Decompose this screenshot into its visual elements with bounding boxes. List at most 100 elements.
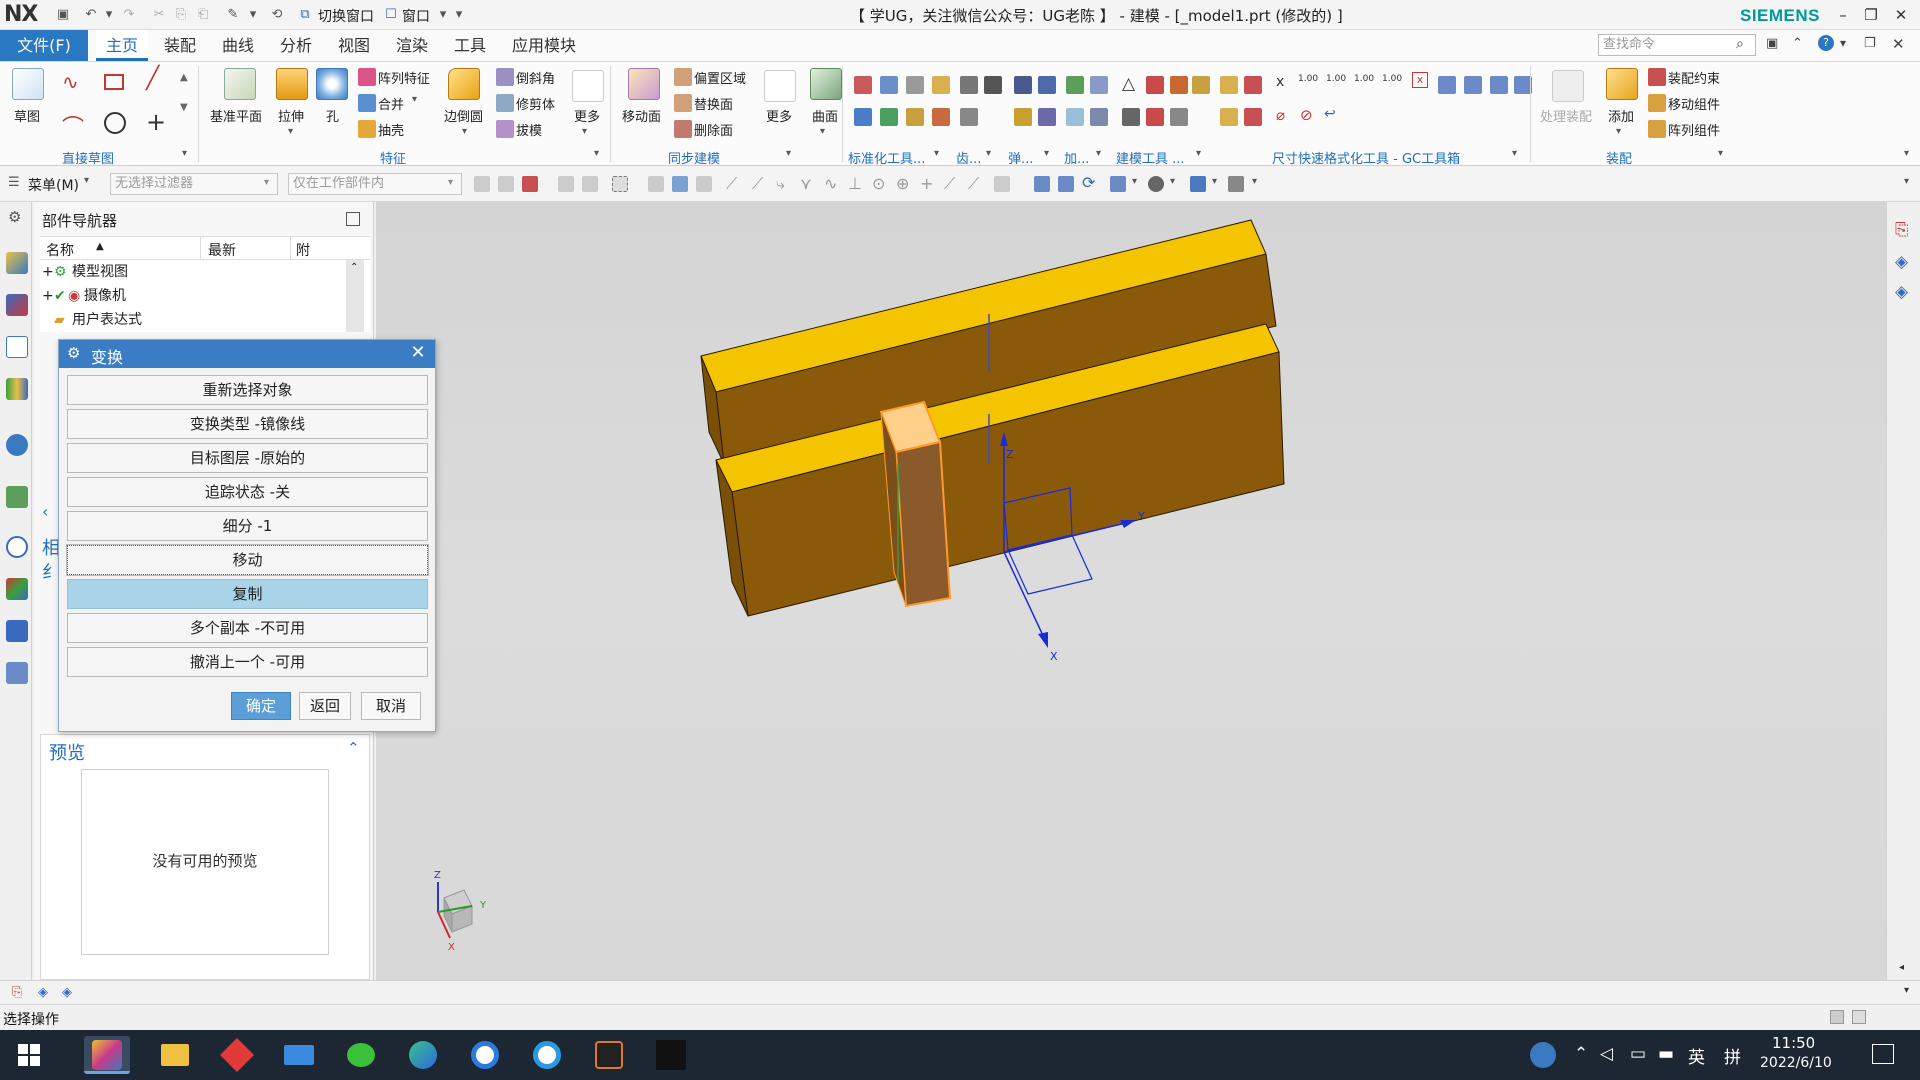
hole-label[interactable]: 孔 — [326, 106, 339, 125]
snap-midpoint-icon[interactable]: ⟋ — [752, 174, 763, 194]
chamfer-label[interactable]: 倒斜角 — [516, 68, 555, 87]
trim-body-icon[interactable] — [496, 94, 514, 112]
group-dropdown-icon[interactable]: ▾ — [1196, 148, 1201, 159]
copy-button[interactable]: 复制 — [67, 579, 428, 609]
ribbon-options-icon[interactable]: ▣ — [1766, 36, 1778, 51]
sort-ascending-icon[interactable]: ▲ — [96, 241, 104, 252]
group-dropdown-icon[interactable]: ▾ — [986, 148, 991, 159]
group-dropdown-icon[interactable]: ▾ — [594, 148, 599, 159]
ok-button[interactable]: 确定 — [231, 692, 291, 720]
pattern-component-icon[interactable] — [1648, 120, 1666, 138]
add-tool-icon[interactable] — [1066, 108, 1084, 126]
gear-group-label[interactable]: 齿... — [956, 148, 981, 167]
collapse-ribbon-icon[interactable]: ⌃ — [1792, 36, 1803, 51]
shell-label[interactable]: 抽壳 — [378, 120, 404, 139]
std-tool-icon[interactable] — [854, 76, 872, 94]
manufacturing-wizard-icon[interactable] — [6, 662, 28, 684]
input-method[interactable]: 拼 — [1724, 1043, 1741, 1068]
restore-doc-icon[interactable]: ❐ — [1864, 36, 1876, 51]
dropdown-icon[interactable]: ▾ — [1170, 176, 1175, 187]
assembly-constraint-icon[interactable] — [1648, 68, 1666, 86]
expand-icon[interactable]: + — [42, 284, 54, 308]
group-dropdown-icon[interactable]: ▾ — [1512, 148, 1517, 159]
wechat-icon[interactable] — [338, 1036, 384, 1074]
more-features-label[interactable]: 更多 — [574, 106, 600, 125]
multiple-copies-button[interactable]: 多个副本 -不可用 — [67, 613, 428, 643]
spring-tool-icon[interactable] — [1014, 108, 1032, 126]
save-icon[interactable]: ▣ — [54, 6, 72, 24]
add-tool-icon[interactable] — [1090, 108, 1108, 126]
roles-icon[interactable]: ⎘ — [1895, 220, 1909, 240]
tab-render[interactable]: 渲染 — [386, 30, 438, 61]
restore-icon[interactable]: ❐ — [1858, 4, 1884, 26]
menu-dropdown-icon[interactable]: ▾ — [84, 175, 89, 186]
transform-type-button[interactable]: 变换类型 -镜像线 — [67, 409, 428, 439]
selection-tool-icon[interactable] — [474, 176, 490, 192]
tab-view[interactable]: 视图 — [328, 30, 380, 61]
direct-sketch-group-label[interactable]: 直接草图 — [62, 148, 114, 167]
hd3d-tools-icon[interactable] — [6, 434, 28, 456]
snap-intersection-icon[interactable]: ⋎ — [800, 174, 812, 193]
tree-row[interactable]: ▰ 用户表达式 — [40, 308, 370, 332]
render-style-icon[interactable] — [1148, 176, 1164, 192]
move-component-label[interactable]: 移动组件 — [1668, 94, 1720, 113]
snap-point-icon[interactable]: + — [920, 174, 933, 193]
scroll-up-icon[interactable]: ⌃ — [350, 262, 358, 273]
std-tools-group-label[interactable]: 标准化工具... — [848, 148, 925, 167]
edge-browser-icon[interactable] — [400, 1036, 446, 1074]
expand-icon[interactable]: + — [42, 260, 54, 284]
touch-mode-icon[interactable]: ✎ — [224, 6, 242, 24]
windows-start-icon[interactable] — [18, 1044, 40, 1066]
shell-icon[interactable] — [358, 120, 376, 138]
tolerance-icon[interactable] — [1490, 76, 1508, 94]
unite-label[interactable]: 合并 — [378, 94, 404, 113]
tab-analysis[interactable]: 分析 — [270, 30, 322, 61]
scroll-down-icon[interactable]: ▼ — [180, 102, 188, 113]
add-dropdown-icon[interactable]: ▾ — [1616, 126, 1621, 137]
copy-icon[interactable]: ⎘ — [172, 6, 190, 24]
pattern-component-label[interactable]: 阵列组件 — [1668, 120, 1720, 139]
status-icon[interactable] — [1852, 1010, 1866, 1024]
tab-curve[interactable]: 曲线 — [212, 30, 264, 61]
dim-tool-icon[interactable] — [1220, 76, 1238, 94]
snap-on-curve-icon[interactable]: ⟋ — [944, 174, 955, 194]
scroll-right-icon[interactable]: ◂ — [1899, 962, 1904, 973]
view-tool-icon[interactable] — [1110, 176, 1126, 192]
more-sync-icon[interactable] — [764, 70, 796, 102]
dialog-gear-icon[interactable]: ⚙ — [67, 344, 80, 362]
offset-region-label[interactable]: 偏置区域 — [694, 68, 746, 87]
help-tray-icon[interactable] — [1530, 1042, 1556, 1068]
add-tool-icon[interactable] — [1090, 76, 1108, 94]
app-red-icon[interactable] — [214, 1036, 260, 1074]
selection-tool-icon[interactable] — [582, 176, 598, 192]
filter-dropdown-icon[interactable]: ▾ — [264, 177, 269, 188]
column-name[interactable]: 名称 — [46, 240, 74, 260]
move-component-icon[interactable] — [1648, 94, 1666, 112]
extrude-dropdown-icon[interactable]: ▾ — [288, 126, 293, 137]
pattern-feature-icon[interactable] — [358, 68, 376, 86]
sketch-label[interactable]: 草图 — [14, 106, 40, 125]
assembly-constraint-label[interactable]: 装配约束 — [1668, 68, 1720, 87]
delete-face-icon[interactable] — [674, 120, 692, 138]
spring-tool-icon[interactable] — [1038, 108, 1056, 126]
process-studio-icon[interactable] — [6, 620, 28, 642]
circle-icon[interactable] — [104, 112, 126, 134]
ribbon-options-dropdown-icon[interactable]: ▾ — [1904, 148, 1909, 159]
dim-tool-icon[interactable] — [1220, 108, 1238, 126]
remove-format-icon[interactable]: x — [1412, 72, 1428, 88]
spring-tool-icon[interactable] — [1038, 76, 1056, 94]
system-materials-icon[interactable] — [6, 578, 28, 600]
spring-tool-icon[interactable] — [1014, 76, 1032, 94]
std-tool-icon[interactable] — [932, 76, 950, 94]
undo-icon[interactable]: ↶ — [82, 6, 100, 24]
cut-icon[interactable]: ✂ — [150, 6, 168, 24]
snap-center-icon[interactable]: ⊙ — [872, 174, 885, 193]
dim-format-icon[interactable]: 1.00 — [1382, 74, 1402, 84]
tree-row[interactable]: + ⚙ 模型视图 — [40, 260, 370, 284]
std-tool-icon[interactable] — [932, 108, 950, 126]
layer-settings-icon[interactable]: ◈ — [1895, 282, 1908, 302]
collapse-preview-icon[interactable]: ⌃ — [347, 739, 360, 757]
gear-tool-icon[interactable] — [960, 108, 978, 126]
edge-blend-label[interactable]: 边倒圆 — [444, 106, 483, 125]
reselect-objects-button[interactable]: 重新选择对象 — [67, 375, 428, 405]
